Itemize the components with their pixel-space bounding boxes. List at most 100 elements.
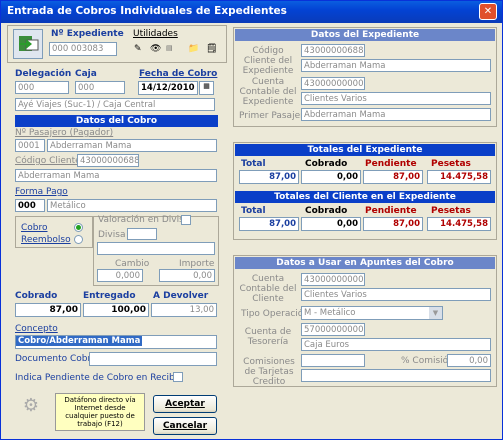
apu-tes-name-field[interactable]: Caja Euros [301, 338, 491, 351]
apuntes-header: Datos a Usar en Apuntes del Cobro [235, 257, 495, 269]
exp-cuenta-label: Cuenta Contable del Expediente [239, 77, 297, 107]
cobrado-label: Cobrado [15, 291, 58, 301]
exp-cobrado-value: 0,00 [301, 170, 361, 184]
chevron-down-icon[interactable]: ▼ [429, 307, 442, 319]
pendiente-checkbox[interactable] [173, 372, 183, 382]
cli-col-pendiente: Pendiente [365, 206, 417, 216]
tool-notes-icon[interactable]: 🗒 [206, 44, 217, 54]
cambio-label: Cambio [115, 259, 150, 269]
reembolso-radio[interactable] [74, 235, 83, 244]
exp-pesetas-value: 14.475,58 [427, 170, 491, 184]
pasajero-num-field[interactable]: 0001 [15, 139, 45, 152]
formapago-code-field[interactable]: 000 [15, 199, 45, 212]
codcli-label: Código Cliente [15, 156, 81, 166]
datos-cobro-header: Datos del Cobro [15, 115, 218, 127]
calendar-icon[interactable]: ▦ [199, 81, 214, 95]
expediente-icon[interactable] [13, 29, 43, 59]
reembolso-radio-label: Reembolso [21, 235, 71, 245]
title-bar: Entrada de Cobros Individuales de Expedi… [1, 1, 502, 23]
tool-folder-icon[interactable]: 📁 [188, 44, 199, 54]
cli-cobrado-value: 0,00 [301, 217, 361, 231]
utilidades-label[interactable]: Utilidades [133, 29, 178, 39]
aceptar-button[interactable]: Aceptar [153, 395, 217, 413]
entregado-label: Entregado [83, 291, 136, 301]
cancelar-button[interactable]: Cancelar [153, 417, 217, 435]
cli-col-cobrado: Cobrado [305, 206, 348, 216]
devolver-label: A Devolver [153, 291, 209, 301]
main-window: Entrada de Cobros Individuales de Expedi… [0, 0, 503, 440]
devolver-field[interactable]: 13,00 [151, 303, 217, 317]
concepto-text: Cobro/Abderraman Mama [16, 336, 143, 346]
cli-pesetas-value: 14.475,58 [427, 217, 491, 231]
window-title: Entrada de Cobros Individuales de Expedi… [7, 5, 287, 17]
codcli-field[interactable]: 43000000688 [77, 154, 139, 167]
fecha-label: Fecha de Cobro [139, 69, 218, 79]
exp-col-pendiente: Pendiente [365, 159, 417, 169]
nexp-field[interactable]: 000 003083 [49, 42, 117, 56]
apu-com-field[interactable] [301, 354, 365, 367]
datafono-icon[interactable]: ⚙ [11, 395, 51, 421]
exp-primer-label: Primer Pasajero [239, 111, 310, 121]
concepto-label: Concepto [15, 324, 58, 334]
delegacion-label: Delegación [15, 69, 72, 79]
apu-pcom-field[interactable]: 0,00 [447, 354, 491, 367]
apu-com-label: Comisiones de Tarjetas Credito [243, 357, 295, 387]
formapago-label: Forma Pago [15, 187, 68, 197]
exp-cuenta-name-field[interactable]: Clientes Varios [301, 92, 491, 105]
divisa-name-field[interactable] [97, 242, 215, 255]
exp-codcli-field[interactable]: 43000000688 [301, 44, 365, 57]
importe-field[interactable]: 0,00 [159, 269, 215, 282]
formapago-name-field[interactable]: Metálico [47, 199, 217, 212]
cobro-radio[interactable] [74, 223, 83, 232]
codcli-name-field[interactable]: Abderraman Mama [15, 169, 217, 182]
exp-pendiente-value: 87,00 [363, 170, 423, 184]
doccobro-label: Documento Cobro [15, 354, 97, 364]
exp-codcli-name-field[interactable]: Abderraman Mama [301, 59, 491, 72]
exp-codcli-label: Código Cliente del Expediente [242, 46, 294, 76]
tool-edit-icon[interactable]: ✎ [134, 44, 142, 54]
divisa-code-field[interactable] [127, 228, 157, 240]
apu-cc-name-field[interactable]: Clientes Varios [301, 288, 491, 301]
apu-tipo-value: M - Metálico [304, 308, 356, 318]
exp-cuenta-field[interactable]: 43000000000 [301, 77, 365, 90]
apu-com-name-field[interactable] [301, 369, 491, 382]
cambio-field[interactable]: 0,000 [97, 269, 143, 282]
exp-col-total: Total [241, 159, 266, 169]
datos-exp-header: Datos del Expediente [235, 29, 495, 41]
caja-field[interactable]: 000 [75, 81, 125, 94]
doccobro-field[interactable] [89, 352, 217, 366]
caja-label: Caja [75, 69, 97, 79]
apu-tes-field[interactable]: 57000000000 [301, 323, 365, 336]
importe-label: Importe [179, 259, 215, 269]
concepto-field[interactable]: Cobro/Abderraman Mama [15, 335, 217, 349]
pendiente-label: Indica Pendiente de Cobro en Recibo [15, 373, 181, 383]
datafono-note: Datáfono directo vía Internet desde cual… [55, 393, 145, 431]
apu-tes-label: Cuenta de Tesorería [244, 327, 292, 347]
valoracion-checkbox[interactable] [181, 215, 191, 225]
apu-cc-field[interactable]: 43000000000 [301, 273, 365, 286]
aceptar-label: Aceptar [165, 399, 205, 409]
cancelar-label: Cancelar [162, 421, 208, 431]
exp-primer-field[interactable]: Abderraman Mama [301, 108, 491, 121]
tool-auto-icon[interactable]: ▤ [166, 44, 173, 52]
totales-cli-header: Totales del Cliente en el Expediente [235, 191, 495, 203]
pasajero-name-field[interactable]: Abderraman Mama [47, 139, 217, 152]
apu-tipo-select[interactable]: M - Metálico [301, 306, 443, 320]
totales-exp-header: Totales del Expediente [235, 144, 495, 156]
fecha-field[interactable]: 14/12/2010 [138, 81, 198, 95]
entregado-field[interactable]: 100,00 [83, 303, 149, 317]
pasajero-label: Nº Pasajero (Pagador) [15, 128, 114, 138]
valoracion-label: Valoración en Divisa [98, 215, 190, 225]
cli-col-pesetas: Pesetas [431, 206, 471, 216]
cobrado-field[interactable]: 87,00 [15, 303, 81, 317]
agencia-field[interactable]: Ayé Viajes (Suc-1) / Caja Central [15, 98, 215, 111]
delegacion-field[interactable]: 000 [15, 81, 69, 94]
apu-pcom-label: % Comisión [401, 356, 454, 366]
apu-cc-label: Cuenta Contable del Cliente [239, 274, 297, 304]
divisa-label: Divisa [98, 230, 126, 240]
close-button[interactable]: ✕ [479, 3, 497, 20]
cli-col-total: Total [241, 206, 266, 216]
exp-col-pesetas: Pesetas [431, 159, 471, 169]
exp-total-value: 87,00 [239, 170, 299, 184]
tool-binoculars-icon[interactable]: 👁 [150, 44, 161, 54]
